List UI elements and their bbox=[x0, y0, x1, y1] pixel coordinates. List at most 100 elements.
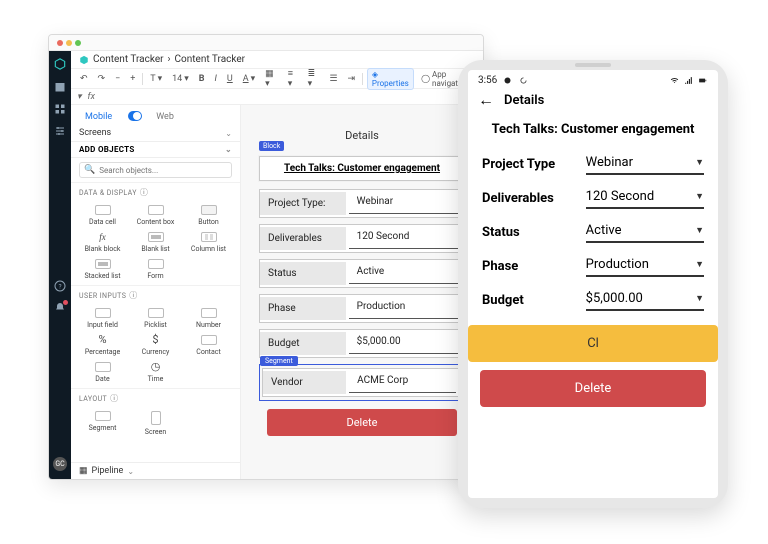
zoom-in-button[interactable]: + bbox=[127, 73, 138, 85]
bottom-label[interactable]: Pipeline bbox=[92, 466, 124, 476]
field-value[interactable]: $5,000.00 bbox=[349, 330, 459, 354]
clock-text: 3:56 bbox=[478, 75, 497, 86]
obj-button[interactable]: Button bbox=[183, 202, 234, 227]
app-logo-icon[interactable] bbox=[53, 57, 67, 71]
phone-field-label: Budget bbox=[482, 293, 580, 308]
add-objects-collapse-icon[interactable]: ⌄ bbox=[225, 145, 232, 154]
obj-screen[interactable]: Screen bbox=[130, 408, 181, 437]
obj-date[interactable]: Date bbox=[77, 359, 128, 384]
phone-field-select[interactable]: Production▼ bbox=[586, 255, 704, 277]
obj-currency[interactable]: $Currency bbox=[130, 332, 181, 357]
obj-segment[interactable]: Segment bbox=[77, 408, 128, 437]
field-value[interactable]: Active bbox=[349, 260, 459, 284]
platform-toggle[interactable] bbox=[128, 111, 142, 121]
field-value[interactable]: Webinar bbox=[349, 190, 459, 214]
delete-button[interactable]: Delete bbox=[267, 409, 457, 436]
obj-input-field[interactable]: Input field bbox=[77, 305, 128, 330]
grid-icon[interactable] bbox=[54, 103, 66, 115]
object-search[interactable]: 🔍 bbox=[79, 162, 232, 178]
bold-button[interactable]: B bbox=[196, 73, 208, 85]
align-button[interactable]: ≡ ▾ bbox=[285, 67, 301, 90]
properties-button[interactable]: ◈ Properties bbox=[367, 68, 414, 90]
collapse-icon[interactable]: ▾ bbox=[77, 92, 82, 102]
form-row[interactable]: VendorACME Corp bbox=[262, 368, 462, 397]
section-data-display: DATA & DISPLAY bbox=[79, 189, 137, 197]
form-row[interactable]: Budget$5,000.00 bbox=[259, 329, 465, 358]
font-size-button[interactable]: 14 ▾ bbox=[169, 73, 192, 85]
segment-tag[interactable]: Segment bbox=[260, 356, 298, 366]
obj-number[interactable]: Number bbox=[183, 305, 234, 330]
indent-button[interactable]: ⇥ bbox=[345, 73, 359, 85]
form-row[interactable]: StatusActive bbox=[259, 259, 465, 288]
back-button[interactable]: ← bbox=[478, 92, 494, 108]
phone-field-label: Status bbox=[482, 225, 580, 240]
search-icon: 🔍 bbox=[84, 165, 95, 175]
obj-stacked-list[interactable]: Stacked list bbox=[77, 256, 128, 281]
phone-field-label: Deliverables bbox=[482, 191, 580, 206]
warn-button[interactable]: Cl bbox=[468, 325, 718, 362]
phone-delete-button[interactable]: Delete bbox=[480, 370, 706, 407]
italic-button[interactable]: I bbox=[212, 73, 220, 85]
redo-button[interactable]: ↷ bbox=[95, 73, 109, 85]
obj-contact[interactable]: Contact bbox=[183, 332, 234, 357]
canvas-area[interactable]: Details Block Tech Talks: Customer engag… bbox=[241, 105, 483, 479]
segment-selected[interactable]: Segment VendorACME Corp bbox=[259, 364, 465, 401]
fill-color-button[interactable]: ▦ ▾ bbox=[262, 68, 281, 90]
breadcrumb-home-icon[interactable] bbox=[79, 55, 89, 65]
bottom-expand-icon[interactable]: ⌄ bbox=[127, 467, 134, 476]
phone-field-select[interactable]: $5,000.00▼ bbox=[586, 289, 704, 311]
help-icon[interactable]: ? bbox=[54, 280, 66, 292]
sliders-icon[interactable] bbox=[54, 125, 66, 137]
phone-field-row: Project TypeWebinar▼ bbox=[468, 147, 718, 181]
field-value[interactable]: ACME Corp bbox=[349, 369, 456, 393]
tab-mobile[interactable]: Mobile bbox=[79, 109, 118, 125]
info-icon[interactable]: ⓘ bbox=[110, 393, 118, 404]
obj-data-cell[interactable]: Data cell bbox=[77, 202, 128, 227]
obj-blank-block[interactable]: fxBlank block bbox=[77, 229, 128, 254]
info-icon[interactable]: ⓘ bbox=[129, 290, 137, 301]
text-color-button[interactable]: A ▾ bbox=[240, 73, 258, 85]
underline-button[interactable]: U bbox=[224, 73, 236, 85]
valign-button[interactable]: ≣ ▾ bbox=[305, 68, 323, 90]
obj-time[interactable]: ◷Time bbox=[130, 359, 181, 384]
breadcrumb-item[interactable]: Content Tracker bbox=[93, 54, 164, 65]
obj-column-list[interactable]: Column list bbox=[183, 229, 234, 254]
screens-expand-icon[interactable]: ⌄ bbox=[225, 129, 232, 138]
phone-field-select[interactable]: 120 Second▼ bbox=[586, 187, 704, 209]
grid-view-icon[interactable]: ▦ bbox=[79, 466, 88, 476]
list-button[interactable]: ☰ bbox=[326, 73, 340, 85]
form-row[interactable]: PhaseProduction bbox=[259, 294, 465, 323]
tab-web[interactable]: Web bbox=[150, 109, 180, 125]
info-icon[interactable]: ⓘ bbox=[140, 187, 148, 198]
object-search-input[interactable] bbox=[99, 166, 227, 175]
close-dot[interactable] bbox=[57, 40, 63, 46]
obj-blank-list[interactable]: Blank list bbox=[130, 229, 181, 254]
obj-form[interactable]: Form bbox=[130, 256, 181, 281]
field-label: Status bbox=[260, 262, 346, 285]
minimize-dot[interactable] bbox=[66, 40, 72, 46]
undo-button[interactable]: ↶ bbox=[77, 73, 91, 85]
formula-bar[interactable]: ▾ fx bbox=[71, 89, 483, 105]
zoom-out-button[interactable]: − bbox=[112, 73, 123, 85]
obj-content-box[interactable]: Content box bbox=[130, 202, 181, 227]
phone-field-select[interactable]: Active▼ bbox=[586, 221, 704, 243]
form-title[interactable]: Tech Talks: Customer engagement bbox=[259, 156, 465, 181]
phone-field-row: Budget $5,000.00▼ bbox=[468, 283, 718, 317]
block-tag[interactable]: Block bbox=[259, 141, 284, 151]
breadcrumb-item[interactable]: Content Tracker bbox=[175, 54, 246, 65]
phone-field-select[interactable]: Webinar▼ bbox=[586, 153, 704, 175]
obj-percentage[interactable]: %Percentage bbox=[77, 332, 128, 357]
calendar-icon[interactable] bbox=[54, 81, 66, 93]
form-row[interactable]: Project Type:Webinar bbox=[259, 189, 465, 218]
form-row[interactable]: Deliverables120 Second bbox=[259, 224, 465, 253]
field-value[interactable]: Production bbox=[349, 295, 459, 319]
notifications-icon[interactable] bbox=[54, 302, 66, 314]
user-avatar[interactable]: GC bbox=[53, 457, 67, 471]
obj-picklist[interactable]: Picklist bbox=[130, 305, 181, 330]
field-label: Phase bbox=[260, 297, 346, 320]
font-family-button[interactable]: T ▾ bbox=[147, 73, 165, 85]
field-value[interactable]: 120 Second bbox=[349, 225, 459, 249]
object-panel: Mobile Web Screens ⌄ ADD OBJECTS ⌄ 🔍 bbox=[71, 105, 241, 479]
maximize-dot[interactable] bbox=[75, 40, 81, 46]
screen-title: Details bbox=[259, 129, 465, 142]
